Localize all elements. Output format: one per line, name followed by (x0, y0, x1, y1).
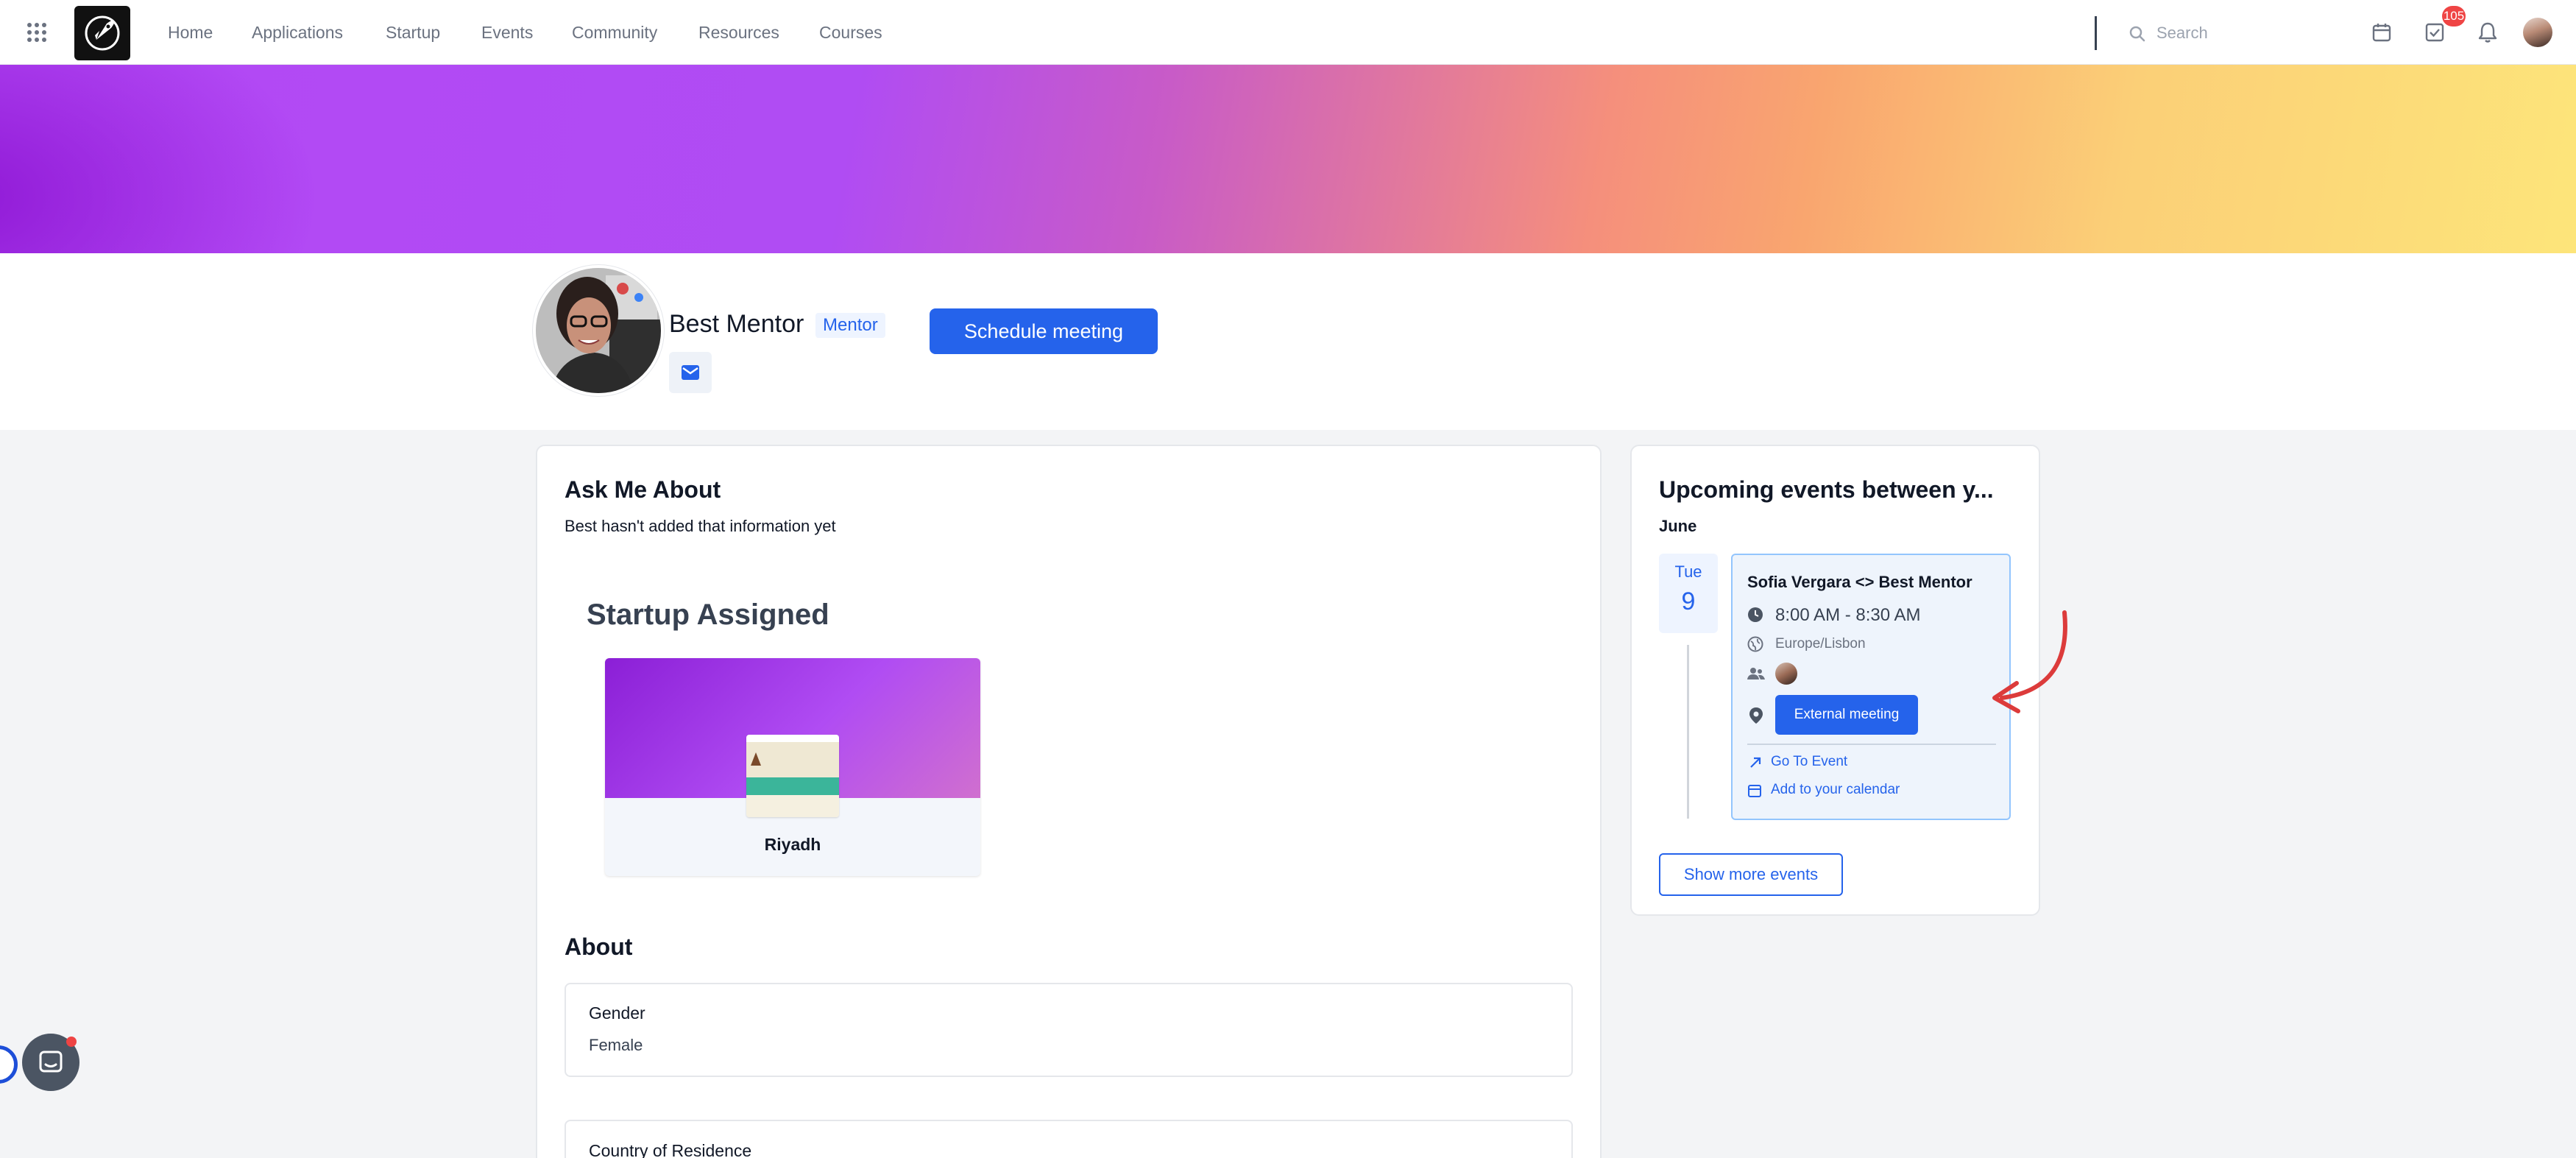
go-to-event-link[interactable]: Go To Event (1771, 754, 1847, 770)
bell-icon[interactable] (2477, 21, 2498, 43)
chat-unread-dot (66, 1037, 77, 1047)
startup-logo (746, 735, 839, 817)
about-title: About (565, 933, 633, 960)
chat-launcher-button[interactable] (22, 1034, 79, 1091)
envelope-icon (682, 365, 699, 380)
role-badge: Mentor (815, 313, 885, 338)
ask-me-about-empty-text: Best hasn't added that information yet (565, 517, 836, 535)
tasks-check-icon[interactable] (2424, 22, 2445, 43)
upcoming-events-title: Upcoming events between y... (1659, 476, 1994, 503)
globe-icon (1747, 636, 1763, 652)
field-value: Female (589, 1036, 643, 1054)
email-button[interactable] (669, 352, 712, 393)
rocket-icon (85, 15, 120, 51)
top-navigation-bar: Home Applications Startup Events Communi… (0, 0, 2576, 65)
search-input[interactable]: Search (2156, 16, 2208, 50)
add-to-calendar-link[interactable]: Add to your calendar (1771, 782, 1900, 798)
nav-link-home[interactable]: Home (168, 0, 213, 65)
field-label: Country of Residence (589, 1141, 752, 1158)
apps-grid-icon[interactable] (26, 22, 47, 43)
startup-name: Riyadh (764, 835, 821, 854)
add-calendar-icon (1747, 783, 1762, 798)
chat-icon (39, 1051, 63, 1073)
event-timezone: Europe/Lisbon (1775, 636, 1866, 652)
field-label: Gender (589, 1003, 645, 1023)
nav-link-resources[interactable]: Resources (698, 0, 779, 65)
nav-link-community[interactable]: Community (572, 0, 657, 65)
event-divider (1747, 744, 1996, 745)
about-field-country: Country of Residence (565, 1120, 1573, 1158)
event-weekday: Tue (1674, 562, 1702, 581)
event-day: 9 (1681, 587, 1696, 615)
notification-count-badge: 105 (2442, 6, 2466, 27)
partial-circle-widget[interactable] (0, 1045, 18, 1084)
search-box[interactable]: Search (2120, 16, 2340, 50)
timeline-line (1687, 645, 1689, 819)
month-label: June (1659, 517, 1697, 535)
schedule-meeting-button[interactable]: Schedule meeting (930, 308, 1158, 354)
event-time: 8:00 AM - 8:30 AM (1775, 605, 1921, 625)
annotation-arrow-icon (1992, 610, 2067, 713)
external-meeting-button[interactable]: External meeting (1775, 695, 1918, 735)
startup-card[interactable]: Riyadh (605, 658, 980, 876)
attendees-icon (1747, 666, 1765, 681)
cover-banner (0, 65, 2576, 253)
arrow-up-right-icon (1749, 756, 1762, 769)
location-pin-icon (1749, 707, 1763, 724)
startup-assigned-title: Startup Assigned (587, 599, 829, 631)
search-icon (2129, 25, 2146, 43)
app-logo[interactable] (74, 6, 130, 60)
profile-header (0, 253, 2576, 430)
nav-link-events[interactable]: Events (481, 0, 533, 65)
profile-name: Best Mentor (669, 310, 804, 338)
attendee-avatar[interactable] (1775, 663, 1797, 685)
about-field-gender: Gender Female (565, 983, 1573, 1077)
nav-link-applications[interactable]: Applications (252, 0, 343, 65)
event-date-badge: Tue 9 (1659, 554, 1718, 633)
ask-me-about-title: Ask Me About (565, 476, 721, 503)
clock-icon (1747, 607, 1763, 623)
nav-link-startup[interactable]: Startup (386, 0, 440, 65)
event-title[interactable]: Sofia Vergara <> Best Mentor (1747, 573, 1972, 592)
search-divider (2095, 16, 2097, 50)
user-avatar[interactable] (2523, 18, 2552, 47)
nav-link-courses[interactable]: Courses (819, 0, 882, 65)
profile-avatar (533, 265, 664, 396)
calendar-icon[interactable] (2371, 22, 2392, 43)
show-more-events-button[interactable]: Show more events (1659, 853, 1843, 896)
